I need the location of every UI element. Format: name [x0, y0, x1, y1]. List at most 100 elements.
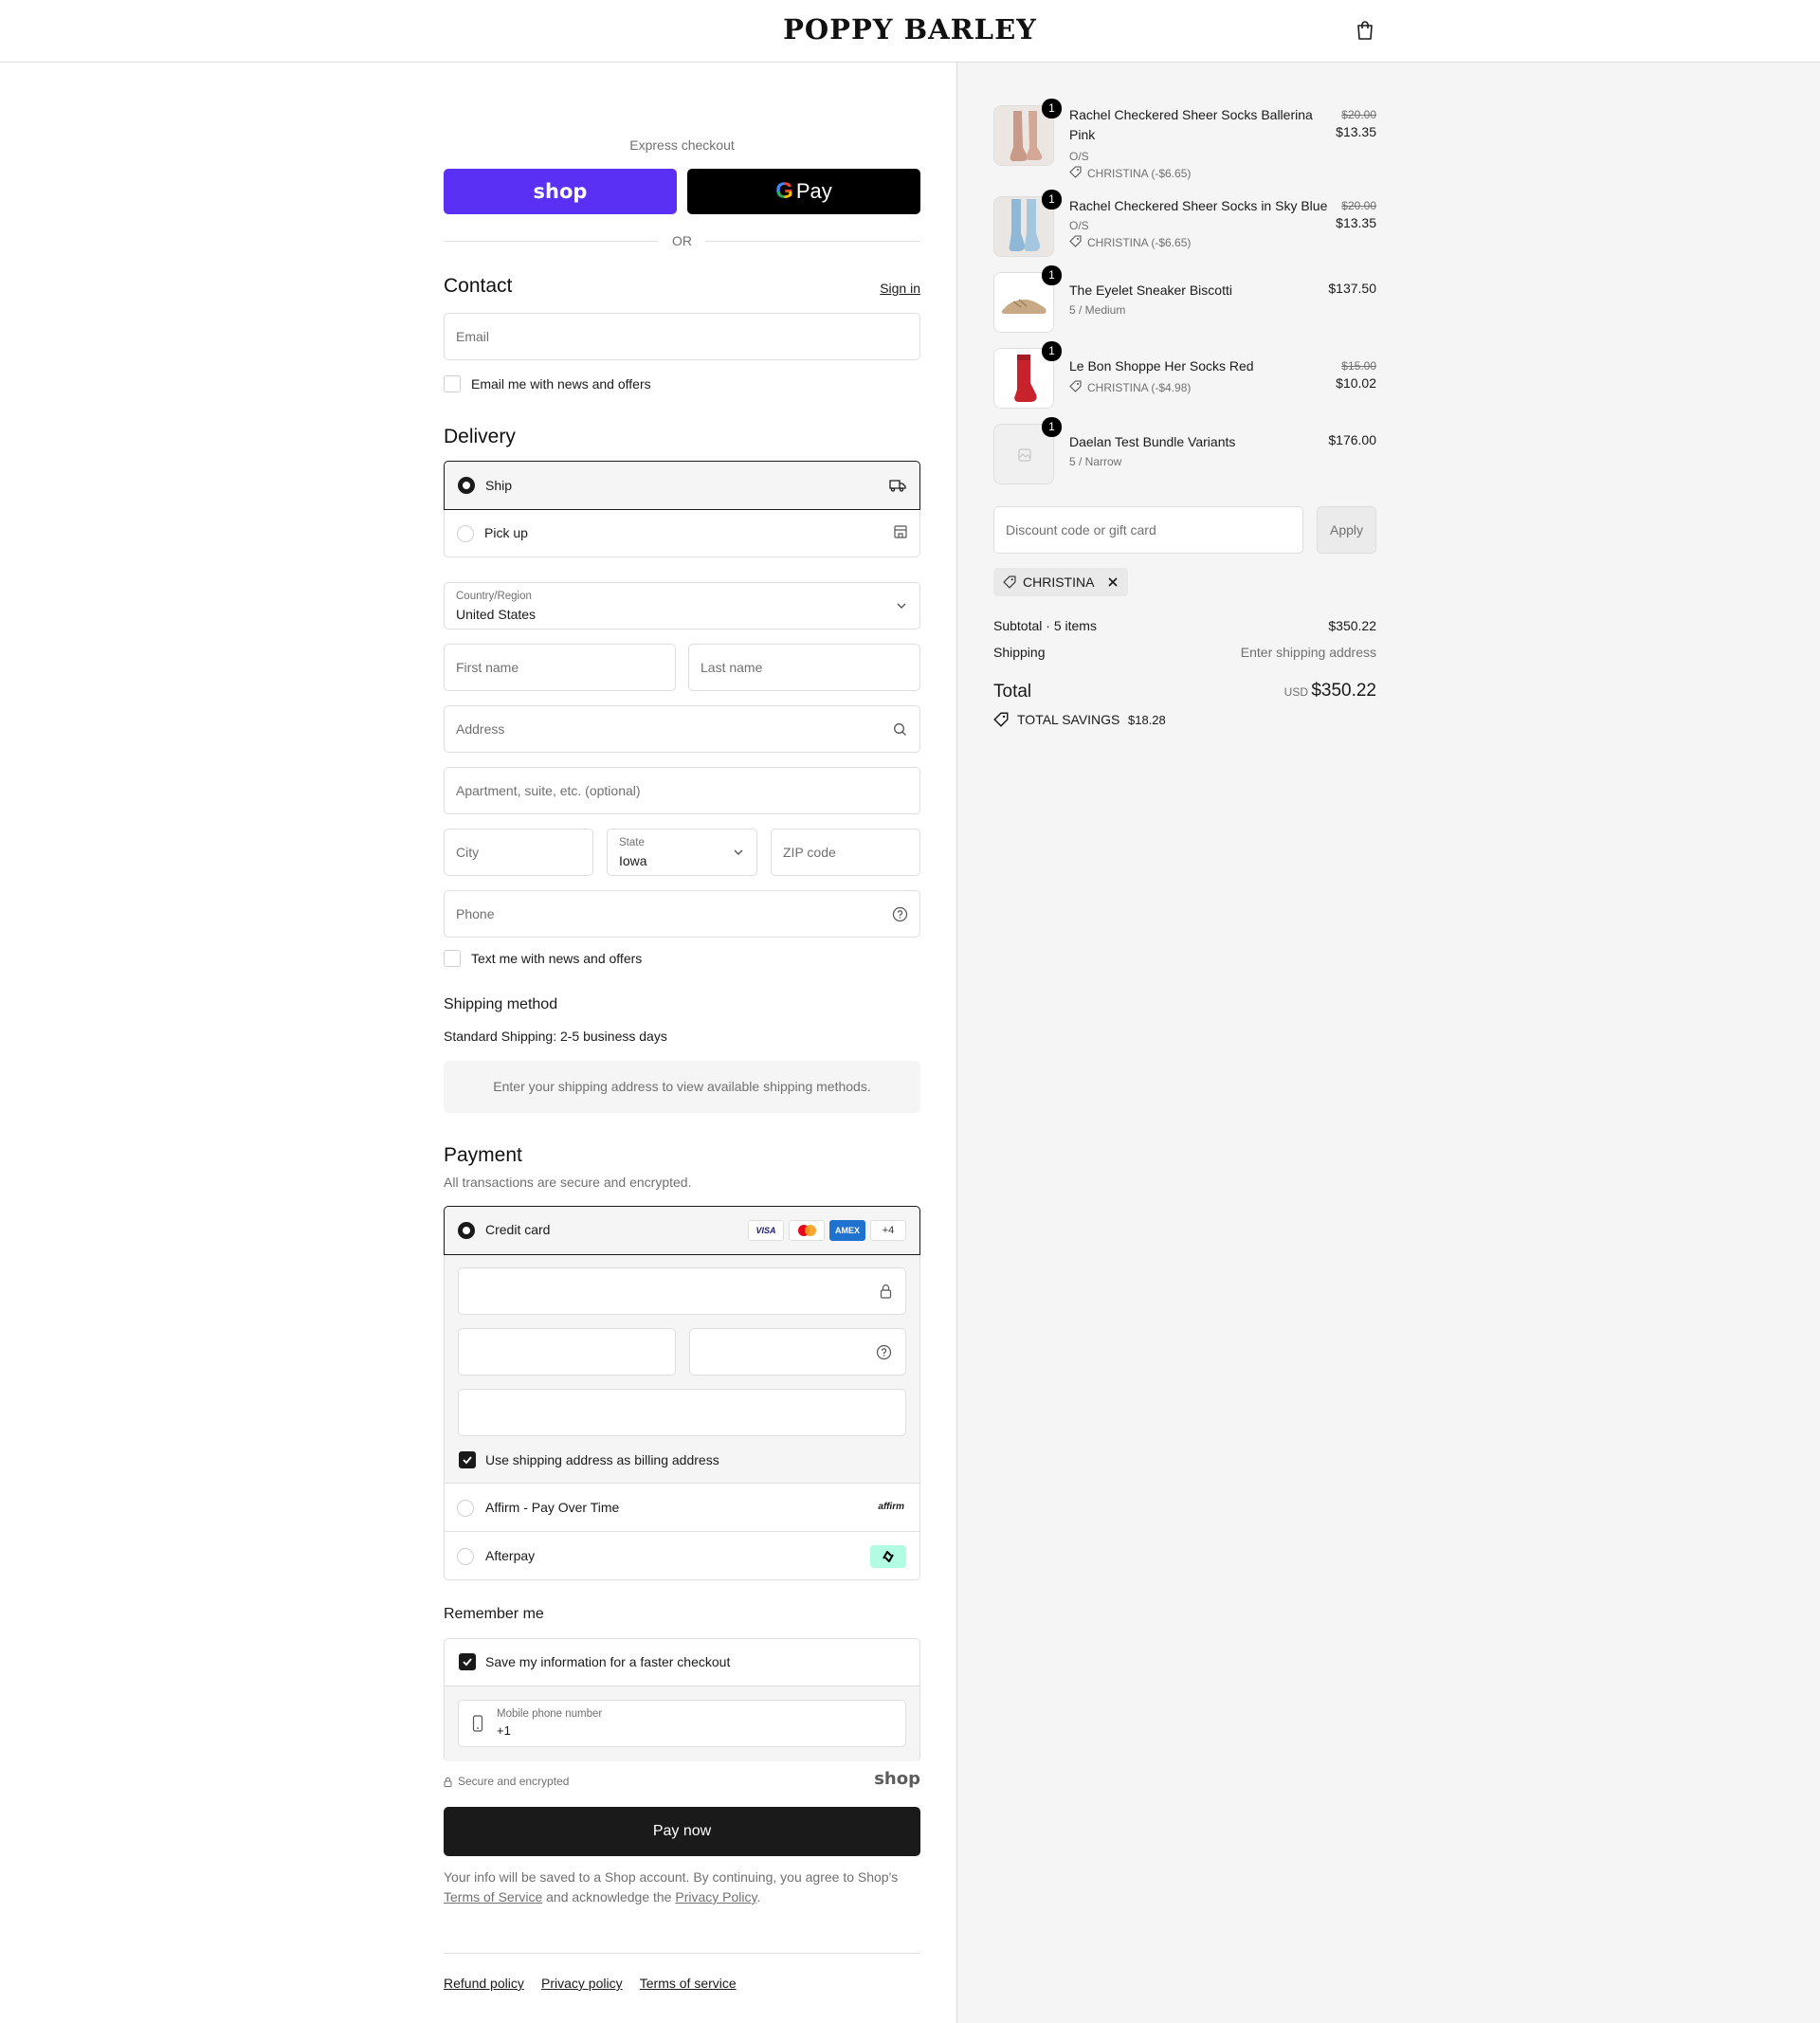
quantity-badge: 1: [1042, 190, 1062, 210]
total-savings-label: TOTAL SAVINGS: [1017, 712, 1120, 727]
remember-me-heading: Remember me: [444, 1606, 544, 1622]
card-number-field[interactable]: [458, 1267, 906, 1315]
phone-placeholder: Phone: [456, 906, 495, 921]
email-news-checkbox[interactable]: [444, 375, 461, 392]
sign-in-link[interactable]: Sign in: [880, 281, 920, 296]
affirm-logo: affirm: [878, 1502, 904, 1512]
tag-icon: [1069, 166, 1082, 178]
state-select[interactable]: State Iowa: [607, 829, 757, 876]
item-price: $10.02: [1336, 375, 1376, 391]
item-title-line: Pink: [1069, 127, 1096, 142]
legal-text: Your info will be saved to a Shop accoun…: [444, 1868, 920, 1907]
apartment-field[interactable]: Apartment, suite, etc. (optional): [444, 767, 920, 814]
first-name-field[interactable]: First name: [444, 644, 676, 691]
header: POPPY BARLEY: [0, 0, 1820, 63]
affirm-option[interactable]: Affirm - Pay Over Time affirm: [445, 1485, 919, 1532]
item-variant: 5 / Narrow: [1069, 455, 1122, 468]
terms-of-service-link[interactable]: Terms of Service: [444, 1889, 542, 1905]
search-icon: [894, 723, 906, 736]
text-news-label: Text me with news and offers: [471, 951, 643, 966]
mobile-phone-label: Mobile phone number: [497, 1708, 603, 1720]
delivery-option-pickup[interactable]: Pick up: [445, 510, 919, 557]
afterpay-label: Afterpay: [485, 1548, 536, 1563]
zip-placeholder: ZIP code: [783, 845, 836, 860]
footer-terms-link[interactable]: Terms of service: [640, 1976, 737, 1991]
payment-methods: Credit card VISA AMEX +4 Use shipping ad…: [444, 1206, 920, 1580]
mobile-section: Mobile phone number +1: [445, 1686, 919, 1761]
legal-end: .: [756, 1889, 761, 1905]
lock-icon: [880, 1284, 892, 1299]
image-placeholder-icon: [1018, 448, 1031, 462]
brand-logo[interactable]: POPPY BARLEY: [0, 13, 1820, 46]
item-title: Rachel Checkered Sheer Socks in Sky Blue: [1069, 198, 1328, 213]
item-discount: CHRISTINA (-$4.98): [1087, 381, 1192, 394]
total-currency: USD: [1283, 685, 1308, 699]
phone-field[interactable]: Phone: [444, 890, 920, 938]
remember-me-box: Save my information for a faster checkou…: [444, 1638, 920, 1761]
credit-card-radio[interactable]: [458, 1222, 475, 1239]
chevron-down-icon: [897, 603, 906, 609]
email-field[interactable]: Email: [444, 313, 920, 360]
save-info-label: Save my information for a faster checkou…: [485, 1654, 731, 1669]
help-icon[interactable]: [892, 906, 908, 922]
privacy-policy-link[interactable]: Privacy Policy: [675, 1889, 756, 1905]
card-cvv-field[interactable]: [689, 1328, 906, 1376]
last-name-field[interactable]: Last name: [688, 644, 920, 691]
subtotal-label: Subtotal · 5 items: [993, 618, 1097, 633]
mobile-phone-field[interactable]: Mobile phone number +1: [458, 1700, 906, 1747]
discount-code-placeholder: Discount code or gift card: [1006, 522, 1156, 538]
mastercard-icon: [789, 1220, 825, 1241]
google-pay-button[interactable]: G Pay: [687, 169, 920, 214]
help-icon[interactable]: [876, 1344, 892, 1360]
cart-item: 1 The Eyelet Sneaker Biscotti 5 / Medium…: [993, 265, 1376, 333]
apply-discount-button[interactable]: Apply: [1317, 506, 1376, 554]
total-savings-value: $18.28: [1128, 713, 1166, 727]
city-field[interactable]: City: [444, 829, 593, 876]
cart-item: 1 Le Bon Shoppe Her Socks Red CHRISTINA …: [993, 341, 1376, 409]
affirm-radio[interactable]: [457, 1500, 474, 1517]
item-original-price: $20.00: [1341, 199, 1376, 212]
footer-links: Refund policy Privacy policy Terms of se…: [444, 1976, 750, 1992]
shopping-bag-icon[interactable]: [1356, 20, 1374, 41]
secure-encrypted-label: Secure and encrypted: [458, 1775, 570, 1788]
item-price: $13.35: [1336, 124, 1376, 139]
item-title: Daelan Test Bundle Variants: [1069, 434, 1236, 449]
save-info-checkbox[interactable]: [459, 1653, 476, 1670]
delivery-heading: Delivery: [444, 426, 516, 447]
card-expiry-field[interactable]: [458, 1328, 676, 1376]
afterpay-radio[interactable]: [457, 1548, 474, 1565]
country-select[interactable]: Country/Region United States: [444, 582, 920, 629]
refund-policy-link[interactable]: Refund policy: [444, 1976, 524, 1991]
pay-now-button[interactable]: Pay now: [444, 1807, 920, 1856]
zip-field[interactable]: ZIP code: [771, 829, 920, 876]
address-field[interactable]: Address: [444, 705, 920, 753]
credit-card-label: Credit card: [485, 1222, 551, 1237]
item-discount: CHRISTINA (-$6.65): [1087, 167, 1192, 180]
delivery-option-ship[interactable]: Ship: [444, 461, 920, 510]
affirm-label: Affirm - Pay Over Time: [485, 1500, 620, 1515]
text-news-checkbox[interactable]: [444, 950, 461, 967]
cart-item: 1 Rachel Checkered Sheer Socks in Sky Bl…: [993, 190, 1376, 263]
order-summary: 1 Rachel Checkered Sheer Socks Ballerina…: [993, 63, 1376, 821]
remove-discount-icon[interactable]: [1107, 576, 1119, 588]
pickup-radio[interactable]: [457, 525, 474, 542]
credit-card-option[interactable]: Credit card VISA AMEX +4: [444, 1206, 920, 1255]
item-original-price: $15.00: [1341, 359, 1376, 373]
cart-item: 1 Rachel Checkered Sheer Socks Ballerina…: [993, 99, 1376, 181]
item-title: Le Bon Shoppe Her Socks Red: [1069, 358, 1254, 374]
card-name-field[interactable]: [458, 1389, 906, 1436]
shipping-method-heading: Shipping method: [444, 996, 558, 1012]
express-checkout-label: Express checkout: [629, 137, 735, 153]
google-g-icon: G: [775, 178, 793, 204]
afterpay-option[interactable]: Afterpay: [445, 1533, 919, 1580]
footer-divider: [444, 1953, 920, 1954]
item-variant: O/S: [1069, 150, 1089, 163]
footer-privacy-link[interactable]: Privacy policy: [541, 1976, 623, 1991]
or-divider: OR: [444, 231, 920, 250]
chevron-down-icon: [734, 849, 743, 855]
apartment-placeholder: Apartment, suite, etc. (optional): [456, 783, 641, 798]
shop-pay-button[interactable]: shop: [444, 169, 677, 214]
ship-radio[interactable]: [458, 477, 475, 494]
discount-code-field[interactable]: Discount code or gift card: [993, 506, 1303, 554]
billing-same-checkbox[interactable]: [459, 1451, 476, 1468]
